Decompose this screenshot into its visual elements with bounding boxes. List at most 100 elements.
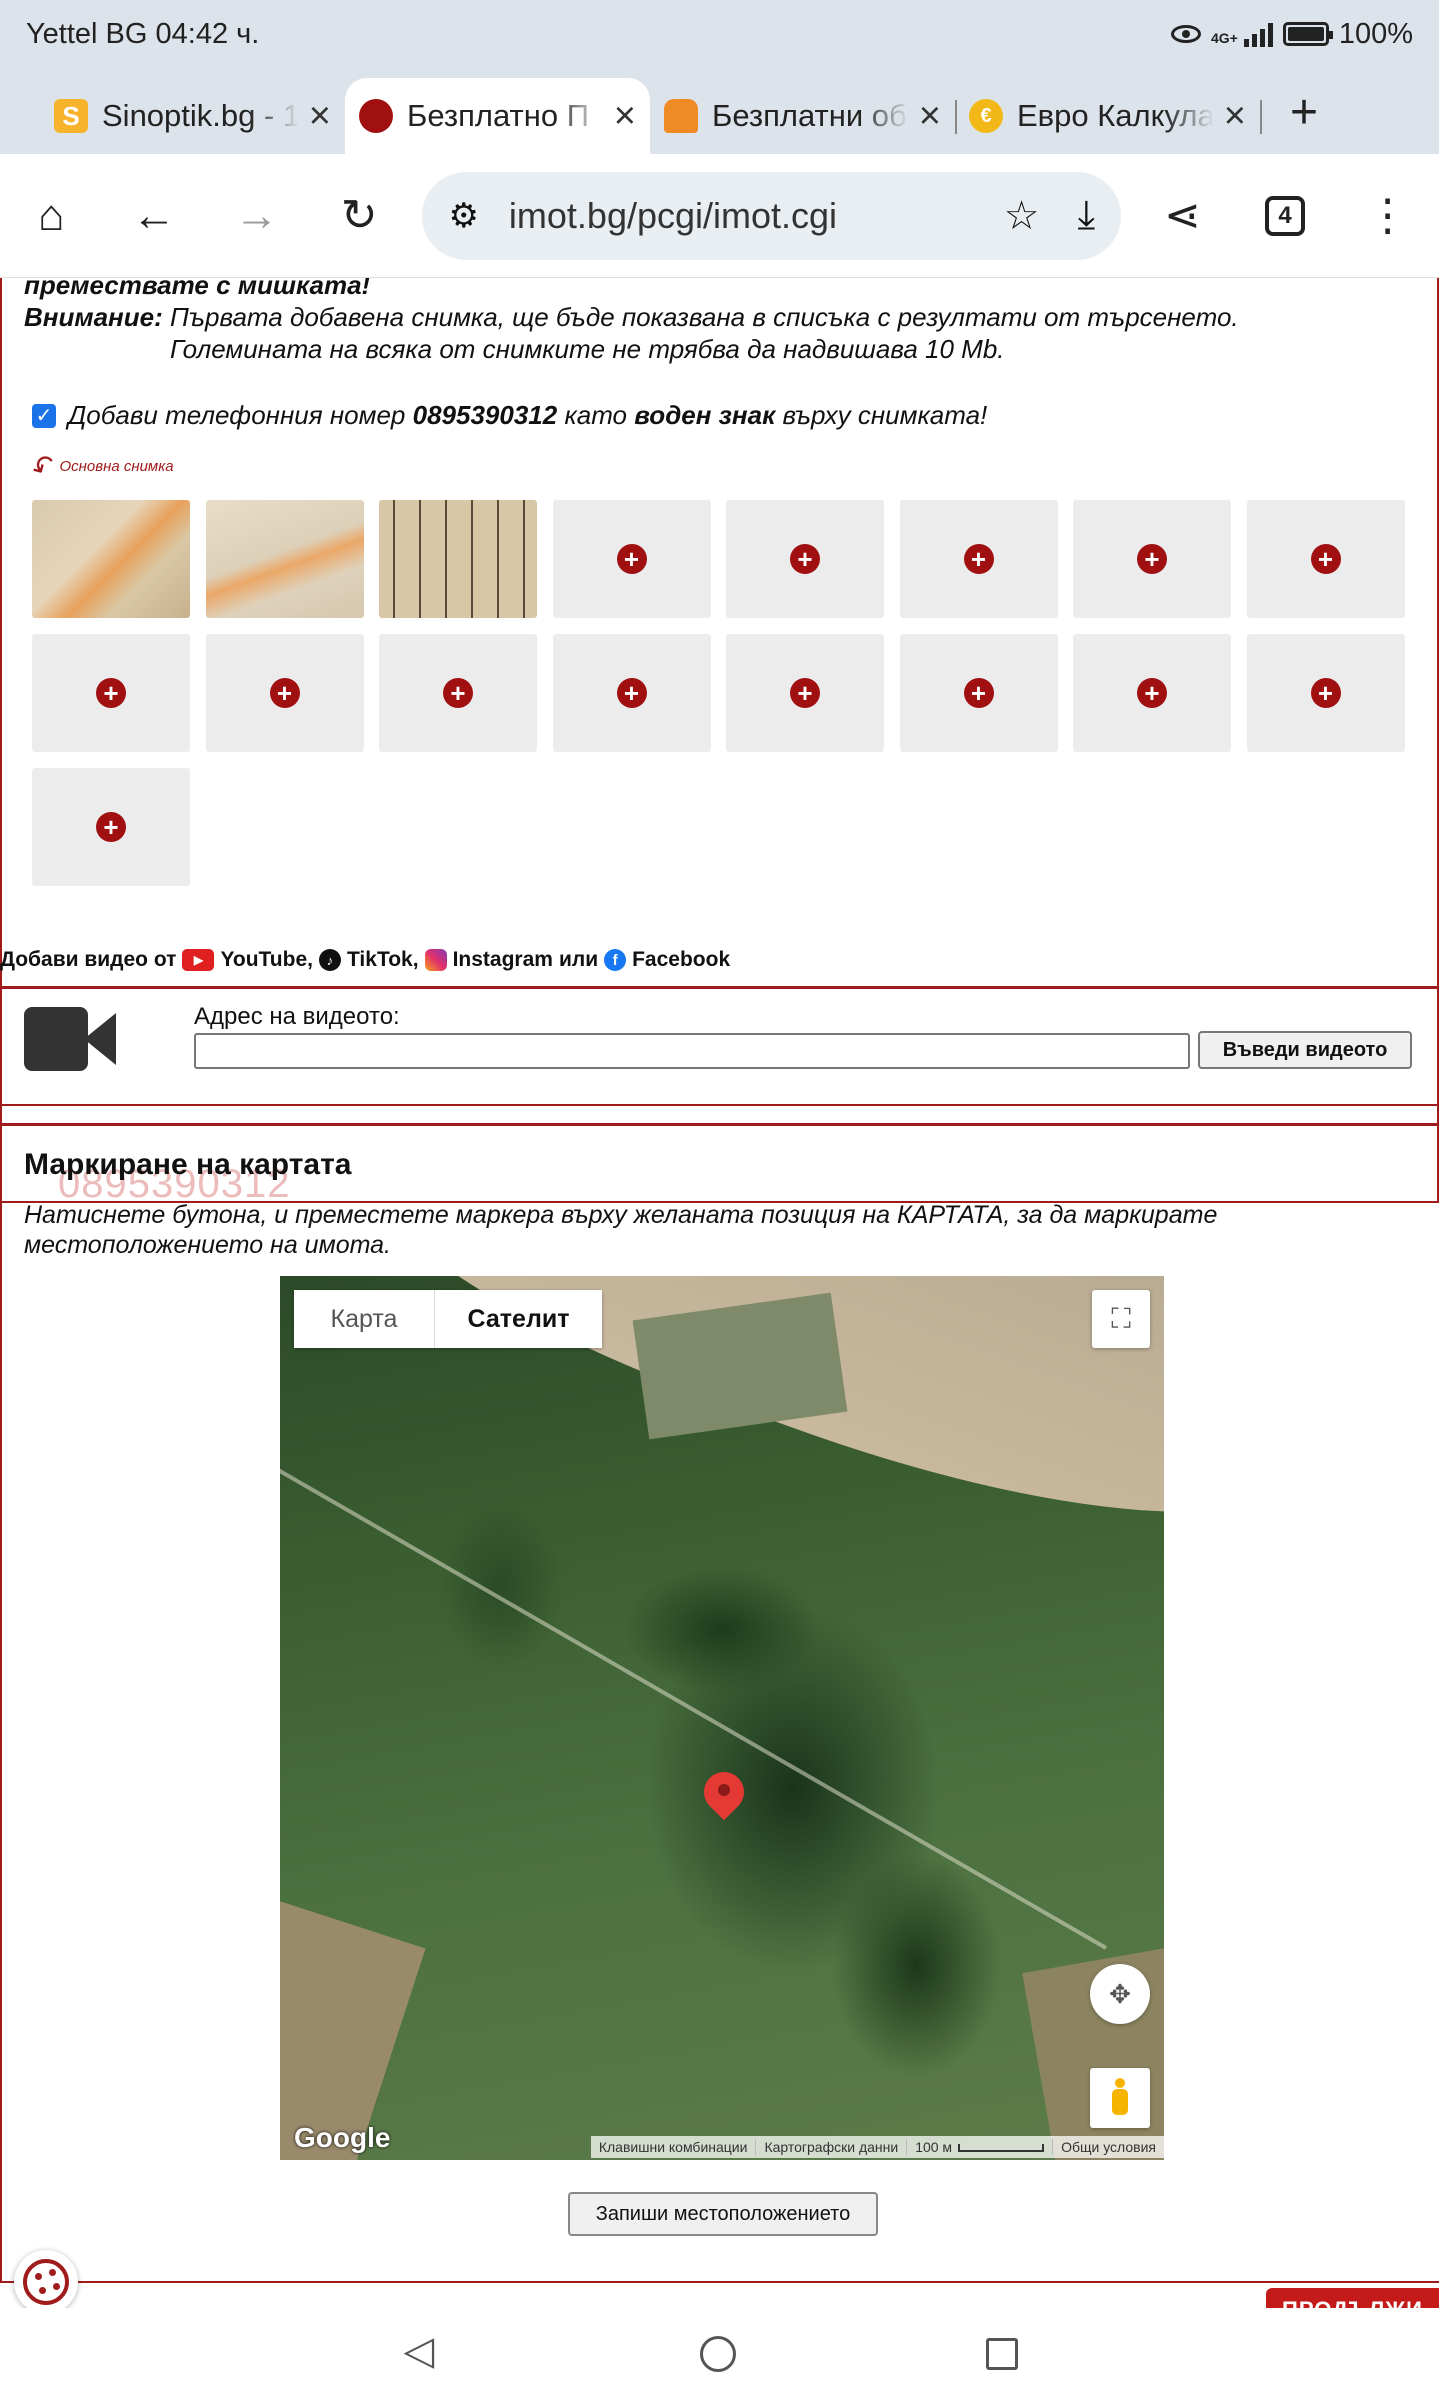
browser-toolbar: ⌂ ← → ↻ ⚙ imot.bg/pcgi/imot.cgi ☆ ⤓ ⋖ 4 …	[0, 154, 1439, 278]
pegman-icon[interactable]	[1090, 2068, 1150, 2128]
add-photo-icon: +	[443, 678, 473, 708]
warning-line1: Внимание: Първата добавена снимка, ще бъ…	[24, 302, 1239, 333]
add-photo-slot[interactable]: +	[726, 634, 884, 752]
add-photo-slot[interactable]: +	[899, 500, 1058, 618]
or-label: или	[558, 948, 599, 971]
add-photo-icon: +	[616, 678, 647, 708]
add-photo-slot[interactable]: +	[552, 634, 711, 752]
add-photo-icon: +	[1137, 544, 1167, 574]
watermark-prefix: Добави телефонния номер	[68, 400, 406, 430]
page-content: премествате с мишката! Внимание: Първата…	[0, 278, 1439, 2308]
instagram-icon	[424, 949, 447, 971]
main-photo-label: ↶ Основна снимка	[26, 447, 174, 486]
back-icon[interactable]: ←	[123, 184, 186, 248]
pan-control-icon[interactable]: ✥	[1090, 1964, 1150, 2024]
tab-separator	[1260, 100, 1262, 134]
euro-icon: €	[969, 99, 1003, 133]
imot-icon	[359, 99, 393, 133]
nav-home-icon[interactable]	[699, 2336, 736, 2372]
nav-back-icon[interactable]	[404, 2328, 450, 2374]
video-sources-label: Добави видео от ▶ YouTube, ♪ TikTok, Ins…	[0, 948, 730, 972]
watermark-option[interactable]: ✓ Добави телефонния номер 0895390312 кат…	[32, 400, 987, 431]
close-tab-icon[interactable]: ×	[614, 95, 636, 138]
eye-comfort-icon	[1170, 25, 1201, 43]
tab-sinoptik[interactable]: S Sinoptik.bg - 1 ×	[40, 78, 345, 154]
tab-imot[interactable]: Безплатно П ×	[345, 78, 650, 154]
tab-bazar[interactable]: Безплатни об ×	[650, 78, 957, 154]
facebook-label: Facebook	[632, 948, 731, 971]
battery-level: 100%	[1338, 17, 1413, 50]
map-type-map-button[interactable]: Карта	[294, 1290, 434, 1348]
add-photo-icon: +	[96, 812, 126, 842]
tab-switcher-button[interactable]: 4	[1254, 184, 1317, 248]
tab-title: Безплатни об	[712, 98, 907, 133]
terms-link[interactable]: Общи условия	[1053, 2139, 1164, 2155]
tab-title: Sinoptik.bg - 1	[102, 98, 299, 133]
keyboard-shortcuts-link[interactable]: Клавишни комбинации	[591, 2139, 757, 2155]
add-photo-slot[interactable]: +	[552, 500, 711, 618]
home-icon[interactable]: ⌂	[20, 184, 83, 248]
site-settings-icon[interactable]: ⚙	[448, 196, 478, 236]
add-photo-slot[interactable]: +	[899, 634, 1058, 752]
map-scale[interactable]: 100 м	[907, 2139, 1054, 2155]
location-marker-icon[interactable]	[695, 1763, 753, 1826]
tab-count: 4	[1265, 195, 1306, 236]
add-photo-slot[interactable]: +	[379, 634, 537, 752]
fullscreen-icon[interactable]: ⛶	[1092, 1290, 1150, 1348]
tab-euro[interactable]: € Евро Калкулат ×	[955, 78, 1262, 154]
add-photo-slot[interactable]: +	[1246, 634, 1405, 752]
scale-label: 100 м	[915, 2139, 953, 2155]
signal-icon	[1243, 21, 1273, 47]
add-photo-icon: +	[790, 544, 820, 574]
add-photo-slot[interactable]: +	[32, 634, 190, 752]
add-photo-slot[interactable]: +	[1073, 634, 1231, 752]
add-photo-slot[interactable]: +	[726, 500, 884, 618]
add-photo-icon: +	[1310, 678, 1341, 708]
uploaded-photo-thumbnail[interactable]	[379, 500, 537, 618]
add-photo-slot[interactable]: +	[1246, 500, 1405, 618]
video-label-prefix: Добави видео от	[0, 948, 177, 971]
main-photo-text: Основна снимка	[59, 458, 174, 475]
address-bar[interactable]: ⚙ imot.bg/pcgi/imot.cgi ☆ ⤓	[422, 171, 1122, 260]
map-view[interactable]: Карта Сателит ⛶ ✥ Google Клавишни комбин…	[280, 1276, 1164, 2160]
add-photo-slot[interactable]: +	[32, 768, 190, 886]
facebook-icon: f	[604, 949, 627, 971]
uploaded-photo-thumbnail[interactable]	[32, 500, 190, 618]
map-type-satellite-button[interactable]: Сателит	[434, 1290, 602, 1348]
cookie-settings-button[interactable]	[14, 2250, 78, 2308]
carrier-name: Yettel BG	[26, 17, 148, 50]
download-icon[interactable]: ⤓	[1077, 193, 1095, 238]
forward-icon[interactable]: →	[225, 184, 288, 248]
close-tab-icon[interactable]: ×	[1224, 95, 1246, 138]
reload-icon[interactable]: ↻	[328, 184, 391, 248]
add-video-button[interactable]: Въведи видеото	[1198, 1031, 1412, 1069]
add-photo-slot[interactable]: +	[1073, 500, 1231, 618]
watermark-suffix: върху снимката!	[782, 400, 988, 430]
watermark-checkbox[interactable]: ✓	[32, 403, 56, 428]
new-tab-icon[interactable]: +	[1290, 85, 1318, 140]
system-nav-bar	[0, 2308, 1439, 2400]
save-location-button[interactable]: Запиши местоположението	[568, 2192, 878, 2236]
tab-title: Евро Калкулат	[1017, 98, 1214, 133]
menu-dots-icon[interactable]: ⋮	[1356, 184, 1419, 248]
status-right: 4G+ 100%	[1170, 17, 1413, 51]
add-photo-slot[interactable]: +	[205, 634, 364, 752]
map-road	[280, 1446, 1108, 1950]
add-photo-icon: +	[616, 544, 647, 574]
add-photo-icon: +	[1310, 544, 1341, 574]
bookmark-star-icon[interactable]: ☆	[1004, 193, 1040, 239]
close-tab-icon[interactable]: ×	[309, 95, 331, 138]
tab-strip: S Sinoptik.bg - 1 × Безплатно П × Безпла…	[0, 68, 1439, 154]
url-text[interactable]: imot.bg/pcgi/imot.cgi	[509, 195, 1004, 237]
scale-bar	[958, 2144, 1045, 2153]
video-address-input[interactable]	[194, 1033, 1190, 1069]
close-tab-icon[interactable]: ×	[919, 95, 941, 138]
warning-text1: Първата добавена снимка, ще бъде показва…	[170, 302, 1239, 332]
uploaded-photo-thumbnail[interactable]	[205, 500, 364, 618]
share-icon[interactable]: ⋖	[1151, 184, 1214, 248]
map-data-link[interactable]: Картографски данни	[756, 2139, 908, 2155]
nav-recents-icon[interactable]	[985, 2338, 1018, 2370]
sinoptik-icon: S	[54, 99, 88, 133]
bag-icon	[664, 99, 698, 133]
network-type: 4G+	[1210, 29, 1238, 46]
